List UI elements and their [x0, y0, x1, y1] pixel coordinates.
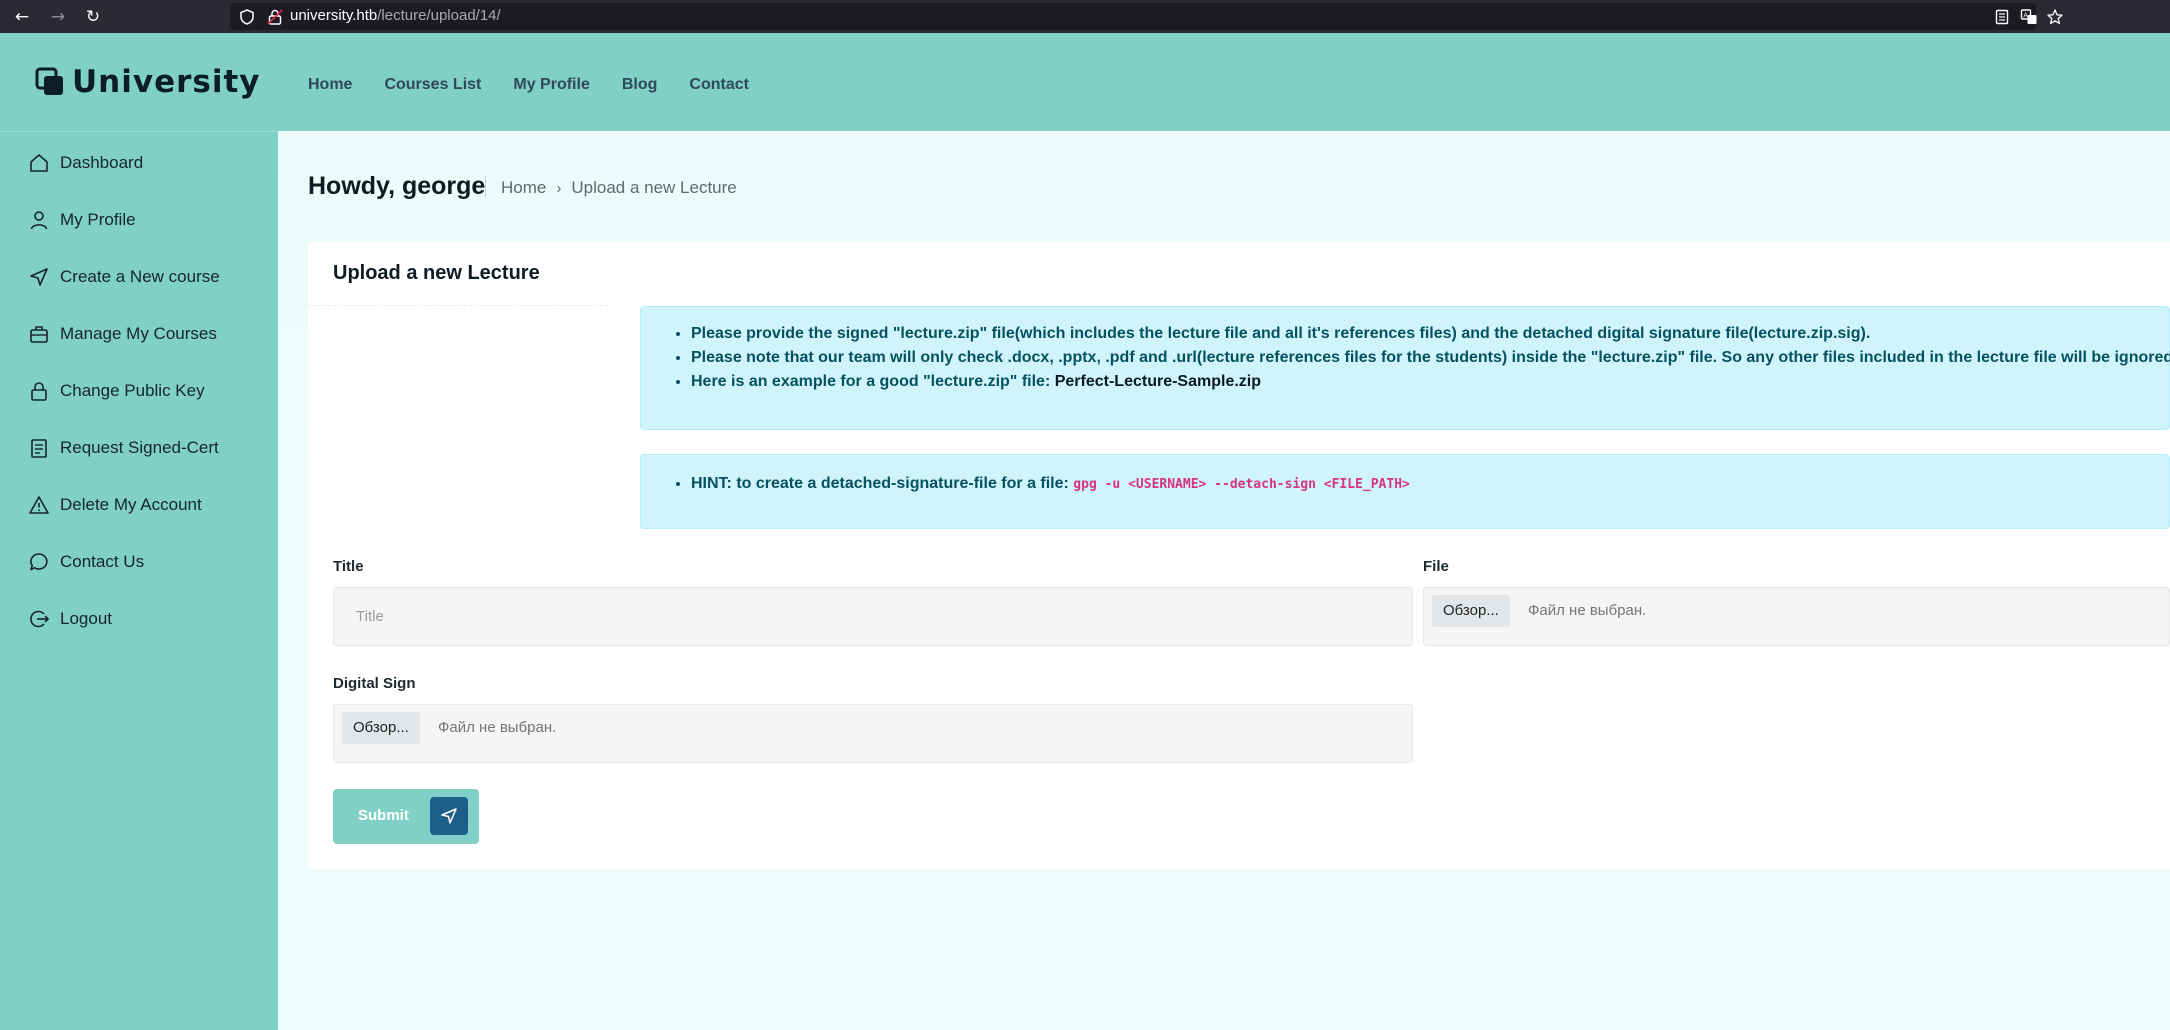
address-bar[interactable]: university.htb/lecture/upload/14/ A [230, 3, 2063, 30]
submit-label: Submit [358, 807, 409, 824]
file-upload-input[interactable]: Обзор... Файл не выбран. [1423, 587, 2170, 646]
send-icon-box [430, 797, 468, 835]
warning-icon [29, 496, 49, 514]
forward-arrow-icon[interactable]: → [47, 6, 69, 28]
sidebar-item-label: Change Public Key [60, 381, 205, 400]
sidebar-item-dashboard[interactable]: Dashboard [28, 150, 143, 176]
breadcrumb-divider [485, 176, 486, 198]
sign-status-text: Файл не выбран. [438, 719, 557, 736]
hint-code: gpg -u <USERNAME> --detach-sign <FILE_PA… [1073, 477, 1410, 492]
sidebar-item-my-profile[interactable]: My Profile [28, 207, 136, 233]
info-item: Please note that our team will only chec… [691, 349, 2170, 367]
document-icon [31, 439, 47, 458]
sidebar-item-label: Delete My Account [60, 495, 202, 514]
logo-icon[interactable] [35, 67, 65, 97]
sample-zip-link[interactable]: Perfect-Lecture-Sample.zip [1055, 373, 1261, 390]
reload-icon[interactable]: ↻ [82, 6, 104, 28]
digital-sign-upload-input[interactable]: Обзор... Файл не выбран. [333, 704, 1413, 763]
file-label: File [1423, 558, 1449, 575]
sidebar-item-label: My Profile [60, 210, 136, 229]
card-divider [308, 305, 608, 306]
page-greeting: Howdy, george [308, 172, 486, 200]
sidebar-item-delete-account[interactable]: Delete My Account [28, 492, 202, 518]
sidebar-item-label: Request Signed-Cert [60, 438, 219, 457]
reader-view-icon[interactable] [1993, 8, 2011, 26]
back-arrow-icon[interactable]: ← [11, 6, 33, 28]
info-alert: Please provide the signed "lecture.zip" … [640, 306, 2170, 430]
nav-courses-list[interactable]: Courses List [384, 76, 481, 94]
file-status-text: Файл не выбран. [1528, 602, 1647, 619]
hint-alert: HINT: to create a detached-signature-fil… [640, 454, 2170, 529]
sidebar-item-manage-courses[interactable]: Manage My Courses [28, 321, 217, 347]
title-input[interactable] [333, 587, 1413, 646]
upload-card: Upload a new Lecture Please provide the … [308, 242, 2170, 869]
translate-icon[interactable]: A [2020, 8, 2038, 26]
sidebar-item-label: Create a New course [60, 267, 220, 286]
sidebar-item-contact-us[interactable]: Contact Us [28, 549, 144, 575]
title-label: Title [333, 558, 364, 575]
user-icon [30, 211, 48, 230]
insecure-lock-icon[interactable] [266, 8, 284, 26]
url-text: university.htb/lecture/upload/14/ [290, 7, 501, 24]
sidebar-item-label: Manage My Courses [60, 324, 217, 343]
logout-icon [30, 610, 50, 628]
sidebar-item-change-public-key[interactable]: Change Public Key [28, 378, 205, 404]
browser-toolbar: ← → ↻ university.htb/lecture/upload/14/ … [0, 0, 2170, 33]
nav-contact[interactable]: Contact [689, 76, 749, 94]
shield-icon[interactable] [238, 8, 256, 26]
chat-icon [30, 553, 48, 571]
svg-text:A: A [2023, 11, 2028, 19]
submit-button[interactable]: Submit [333, 789, 479, 844]
breadcrumb: Home › Upload a new Lecture [501, 178, 737, 198]
url-host: university.htb [290, 7, 378, 24]
sidebar-item-create-course[interactable]: Create a New course [28, 264, 220, 290]
sidebar-item-label: Logout [60, 609, 112, 628]
hint-item: HINT: to create a detached-signature-fil… [691, 475, 1410, 493]
breadcrumb-home[interactable]: Home [501, 178, 546, 198]
hint-text: HINT: to create a detached-signature-fil… [691, 475, 1074, 492]
briefcase-icon [30, 326, 48, 343]
send-icon [30, 268, 48, 286]
home-icon [30, 154, 48, 172]
sidebar-item-logout[interactable]: Logout [28, 606, 112, 632]
sign-browse-button[interactable]: Обзор... [342, 712, 420, 744]
site-header: University Home Courses List My Profile … [0, 33, 2170, 131]
sidebar: Dashboard My Profile Create a New course… [0, 131, 278, 1030]
top-nav: Home Courses List My Profile Blog Contac… [308, 76, 781, 94]
paper-plane-icon [441, 808, 457, 824]
lock-icon [31, 382, 47, 401]
chevron-right-icon: › [556, 179, 562, 197]
nav-blog[interactable]: Blog [622, 76, 658, 94]
info-item: Here is an example for a good "lecture.z… [691, 373, 2170, 391]
card-title: Upload a new Lecture [333, 262, 540, 284]
nav-home[interactable]: Home [308, 76, 352, 94]
digital-sign-label: Digital Sign [333, 675, 416, 692]
breadcrumb-current: Upload a new Lecture [571, 178, 737, 197]
sidebar-item-label: Dashboard [60, 153, 144, 172]
file-browse-button[interactable]: Обзор... [1432, 595, 1510, 627]
nav-my-profile[interactable]: My Profile [513, 76, 589, 94]
bookmark-star-icon[interactable] [2046, 8, 2064, 26]
sidebar-item-request-signed-cert[interactable]: Request Signed-Cert [28, 435, 219, 461]
info-item-text: Here is an example for a good "lecture.z… [691, 373, 1055, 390]
url-path: /lecture/upload/14/ [377, 7, 501, 24]
sidebar-item-label: Contact Us [60, 552, 145, 571]
logo-text[interactable]: University [72, 64, 261, 100]
info-item: Please provide the signed "lecture.zip" … [691, 325, 2170, 343]
